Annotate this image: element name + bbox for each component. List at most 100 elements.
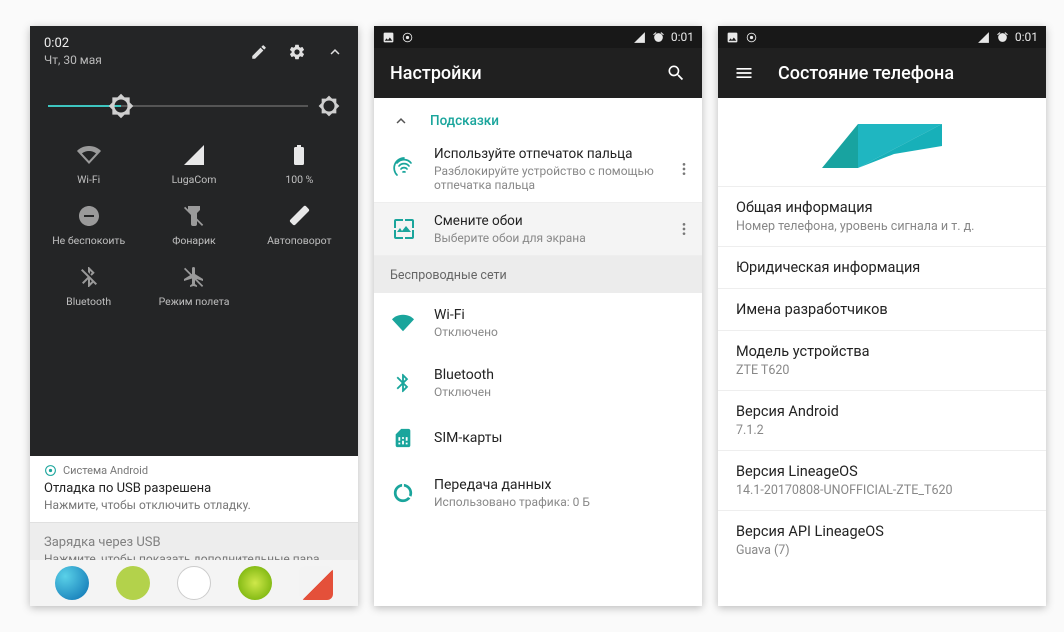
row-sim[interactable]: SIM-карты [374, 413, 702, 463]
row-title: SIM-карты [434, 430, 502, 446]
row-subtitle: 7.1.2 [736, 423, 1028, 438]
tile-label: Wi-Fi [77, 173, 100, 186]
target-icon [44, 464, 57, 477]
row-subtitle: Отключено [434, 325, 498, 339]
app-bar: Состояние телефона [718, 48, 1046, 98]
menu-icon[interactable] [734, 63, 754, 83]
brightness-slider[interactable] [48, 105, 308, 107]
screenshot-quick-settings: 0:02 Чт, 30 мая Wi-Fi LugaCo [30, 26, 358, 606]
tile-flashlight[interactable]: Фонарик [141, 204, 246, 247]
dnd-icon [77, 204, 101, 228]
image-icon [382, 31, 395, 44]
row-title: Версия Android [736, 403, 1028, 420]
notification-usb-debug[interactable]: Система Android Отладка по USB разрешена… [30, 456, 358, 523]
brightness-slider-row [30, 71, 358, 135]
rotate-icon [287, 204, 311, 228]
search-icon[interactable] [666, 63, 686, 83]
row-subtitle: Guava (7) [736, 543, 1028, 558]
gear-icon[interactable] [288, 43, 306, 61]
row-subtitle: 14.1-20170808-UNOFFICIAL-ZTE_T620 [736, 483, 1028, 498]
row-general-info[interactable]: Общая информация Номер телефона, уровень… [718, 186, 1046, 246]
brightness-thumb-icon[interactable] [108, 93, 134, 119]
airplane-off-icon [182, 265, 206, 289]
bluetooth-off-icon [77, 265, 101, 289]
more-vert-icon[interactable] [676, 161, 692, 177]
qs-date: Чт, 30 мая [44, 53, 250, 67]
page-title: Настройки [390, 63, 642, 84]
row-title: Имена разработчиков [736, 301, 1028, 318]
tile-airplane[interactable]: Режим полета [141, 265, 246, 308]
hints-label: Подсказки [430, 113, 499, 129]
edit-icon[interactable] [250, 43, 268, 61]
dock-icon-browser[interactable] [238, 566, 272, 600]
tile-wifi[interactable]: Wi-Fi [36, 143, 141, 186]
row-title: Wi-Fi [434, 307, 498, 323]
dock-icon-camera[interactable] [299, 566, 333, 600]
hint-subtitle: Выберите обои для экрана [434, 231, 658, 245]
bluetooth-icon [392, 372, 414, 394]
section-wireless: Беспроводные сети [374, 256, 702, 293]
tile-bluetooth[interactable]: Bluetooth [36, 265, 141, 308]
wifi-icon [392, 312, 414, 334]
row-title: Передача данных [434, 477, 590, 493]
tile-rotate[interactable]: Автоповорот [247, 204, 352, 247]
notification-title: Отладка по USB разрешена [44, 481, 344, 496]
hints-toggle[interactable]: Подсказки [374, 98, 702, 136]
target-icon [745, 31, 758, 44]
flashlight-icon [182, 204, 206, 228]
row-bluetooth[interactable]: Bluetooth Отключен [374, 353, 702, 413]
chevron-up-icon [392, 112, 410, 130]
image-icon [726, 31, 739, 44]
tile-label: Не беспокоить [52, 234, 125, 247]
row-data-usage[interactable]: Передача данных Использовано трафика: 0 … [374, 463, 702, 523]
status-bar: 0:01 [718, 26, 1046, 48]
hint-title: Используйте отпечаток пальца [434, 146, 658, 162]
hint-wallpaper[interactable]: Смените обои Выберите обои для экрана [374, 203, 702, 256]
chevron-up-icon[interactable] [326, 43, 344, 61]
signal-icon [182, 143, 206, 167]
row-lineage-api[interactable]: Версия API LineageOS Guava (7) [718, 510, 1046, 570]
screenshot-about-phone: 0:01 Состояние телефона Общая информация… [718, 26, 1046, 606]
row-lineage-version[interactable]: Версия LineageOS 14.1-20170808-UNOFFICIA… [718, 450, 1046, 510]
status-time: 0:01 [671, 30, 694, 44]
qs-tiles-grid: Wi-Fi LugaCom 100 % Не беспокоить Фонари… [30, 135, 358, 326]
dock-icon-apps[interactable] [177, 566, 211, 600]
sim-icon [392, 427, 414, 449]
row-title: Версия API LineageOS [736, 523, 1028, 540]
row-model[interactable]: Модель устройства ZTE T620 [718, 330, 1046, 390]
tile-label: Bluetooth [66, 295, 111, 308]
about-content: Общая информация Номер телефона, уровень… [718, 98, 1046, 606]
tile-label: LugaCom [172, 173, 217, 186]
tile-cell[interactable]: LugaCom [141, 143, 246, 186]
dock-icon-sms[interactable] [116, 566, 150, 600]
hint-subtitle: Разблокируйте устройство с помощью отпеч… [434, 164, 658, 192]
tile-label: Автоповорот [267, 234, 331, 247]
dock-icon-phone[interactable] [55, 566, 89, 600]
row-title: Юридическая информация [736, 259, 1028, 276]
screenshot-settings: 0:01 Настройки Подсказки Используйте отп… [374, 26, 702, 606]
tile-label: Фонарик [172, 234, 216, 247]
more-vert-icon[interactable] [676, 221, 692, 237]
page-title: Состояние телефона [778, 63, 1030, 84]
alarm-icon [652, 31, 665, 44]
row-contributors[interactable]: Имена разработчиков [718, 288, 1046, 330]
data-usage-icon [392, 482, 414, 504]
row-android-version[interactable]: Версия Android 7.1.2 [718, 390, 1046, 450]
fingerprint-icon [392, 157, 416, 181]
hint-fingerprint[interactable]: Используйте отпечаток пальца Разблокируй… [374, 136, 702, 203]
tile-battery[interactable]: 100 % [247, 143, 352, 186]
alarm-icon [996, 31, 1009, 44]
status-bar: 0:01 [374, 26, 702, 48]
notification-app: Система Android [63, 464, 148, 477]
row-subtitle: Отключен [434, 385, 494, 399]
row-subtitle: Номер телефона, уровень сигнала и т. д. [736, 219, 1028, 234]
tile-label: Режим полета [159, 295, 230, 308]
target-icon [401, 31, 414, 44]
row-legal-info[interactable]: Юридическая информация [718, 246, 1046, 288]
row-title: Модель устройства [736, 343, 1028, 360]
brightness-auto-icon[interactable] [318, 95, 340, 117]
row-title: Bluetooth [434, 367, 494, 383]
signal-icon [633, 31, 646, 44]
tile-dnd[interactable]: Не беспокоить [36, 204, 141, 247]
row-wifi[interactable]: Wi-Fi Отключено [374, 293, 702, 353]
